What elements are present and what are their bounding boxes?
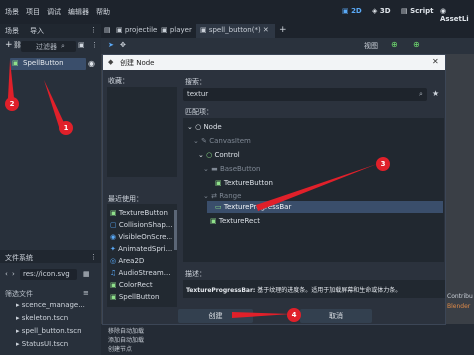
annotation-overlay [8, 60, 377, 318]
annotation-marker: 4 [287, 308, 301, 322]
arrow-2 [8, 60, 14, 98]
annotation-marker: 3 [376, 157, 390, 171]
arrow-3 [256, 164, 377, 211]
annotation-marker: 1 [59, 121, 73, 135]
annotation-marker: 2 [5, 97, 19, 111]
arrow-4 [232, 312, 291, 318]
